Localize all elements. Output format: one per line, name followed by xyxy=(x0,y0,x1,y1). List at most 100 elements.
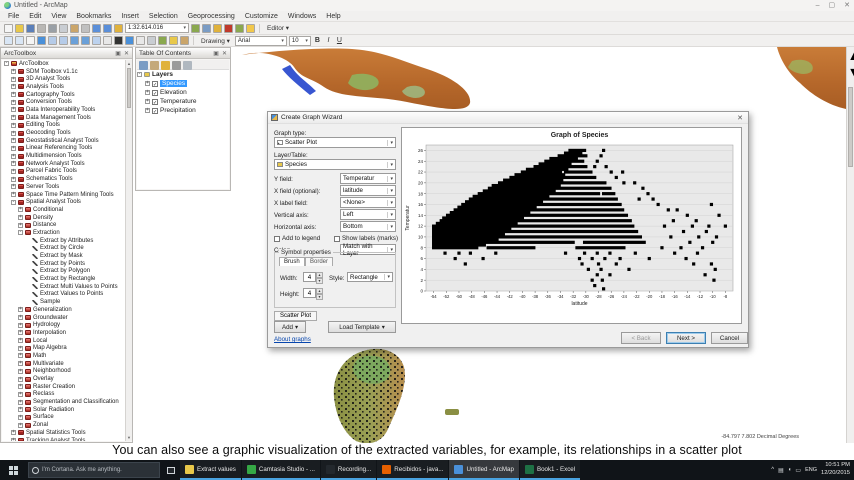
expand-icon[interactable]: + xyxy=(18,322,23,328)
toolbox-item-overlay[interactable]: + Overlay xyxy=(2,375,125,383)
x-field-combo[interactable]: latitude ▾ xyxy=(340,185,396,196)
checkbox-icon[interactable] xyxy=(274,235,280,242)
toc-layer-temperature[interactable]: + ✓ Temperature xyxy=(137,97,229,106)
menu-customize[interactable]: Customize xyxy=(241,12,282,21)
expand-icon[interactable]: + xyxy=(11,69,16,75)
toolbox-item-conversion-tools[interactable]: + Conversion Tools xyxy=(2,98,125,106)
toolbox-item-analysis-tools[interactable]: + Analysis Tools xyxy=(2,83,125,91)
scroll-up-arrow[interactable]: ▲ xyxy=(847,47,854,65)
width-spinner[interactable]: 4 ▲ ▼ xyxy=(303,272,323,284)
expand-icon[interactable]: + xyxy=(11,153,16,159)
toolbox-item-multidimension-tools[interactable]: + Multidimension Tools xyxy=(2,152,125,160)
toolbox-item-density[interactable]: + Density xyxy=(2,214,125,222)
expand-icon[interactable]: + xyxy=(11,168,16,174)
toc-layers-root[interactable]: - Layers xyxy=(137,70,229,79)
spin-down-icon[interactable]: ▼ xyxy=(316,294,323,300)
expand-icon[interactable]: + xyxy=(18,345,23,351)
select-features-icon[interactable] xyxy=(92,36,101,45)
vertical-axis-combo[interactable]: Left ▾ xyxy=(340,209,396,220)
expand-icon[interactable]: + xyxy=(18,368,23,374)
toolbox-item-spatial-analyst-tools[interactable]: - Spatial Analyst Tools xyxy=(2,198,125,206)
toolbox-item-data-management-tools[interactable]: + Data Management Tools xyxy=(2,114,125,122)
scrollbar-thumb[interactable] xyxy=(848,87,853,167)
border-tab[interactable]: Border xyxy=(305,257,334,266)
toolbox-item-solar-radiation[interactable]: + Solar Radiation xyxy=(2,406,125,414)
identify-icon[interactable] xyxy=(125,36,134,45)
volume-icon[interactable]: ◖ xyxy=(788,467,792,473)
toolbox-item-extract-by-circle[interactable]: Extract by Circle xyxy=(2,245,125,253)
expand-icon[interactable]: + xyxy=(11,84,16,90)
expand-icon[interactable]: + xyxy=(11,192,16,198)
toolbox-item-zonal[interactable]: + Zonal xyxy=(2,421,125,429)
list-by-drawing-order-icon[interactable] xyxy=(139,61,148,70)
map-scale-combo[interactable]: 1:32.614.016 ▾ xyxy=(125,23,189,33)
pin-icon[interactable]: ▣ xyxy=(115,50,121,57)
toolbox-item-spatial-statistics-tools[interactable]: + Spatial Statistics Tools xyxy=(2,429,125,437)
spin-down-icon[interactable]: ▼ xyxy=(316,278,323,284)
menu-file[interactable]: File xyxy=(4,12,23,21)
zoom-in-icon[interactable] xyxy=(4,36,13,45)
close-button[interactable]: ✕ xyxy=(844,0,850,11)
scatter-plot-tab[interactable]: Scatter Plot xyxy=(274,311,318,321)
taskbar-item-excel[interactable]: Book1 - Excel xyxy=(519,460,581,480)
next-button[interactable]: Next > xyxy=(666,332,706,344)
height-spinner[interactable]: 4 ▲ ▼ xyxy=(303,288,323,300)
back-button[interactable]: < Back xyxy=(621,332,661,344)
expand-icon[interactable]: + xyxy=(18,407,23,413)
expand-icon[interactable]: + xyxy=(18,399,23,405)
arctoolbox-scrollbar[interactable]: ▲ ▼ xyxy=(125,60,132,441)
expand-icon[interactable]: + xyxy=(145,90,150,95)
menu-insert[interactable]: Insert xyxy=(117,12,143,21)
expand-icon[interactable]: + xyxy=(145,108,150,113)
hyperlink-icon[interactable] xyxy=(169,36,178,45)
zoom-out-icon[interactable] xyxy=(15,36,24,45)
toolbox-item-surface[interactable]: + Surface xyxy=(2,414,125,422)
style-combo[interactable]: Rectangle ▾ xyxy=(347,272,393,282)
expand-icon[interactable]: + xyxy=(18,391,23,397)
task-view-button[interactable] xyxy=(162,460,180,480)
load-template-button[interactable]: Load Template ▾ xyxy=(328,321,396,333)
find-icon[interactable] xyxy=(136,36,145,45)
toolbox-item-distance[interactable]: + Distance xyxy=(2,221,125,229)
toolbox-item-map-algebra[interactable]: + Map Algebra xyxy=(2,344,125,352)
expand-icon[interactable]: + xyxy=(11,99,16,105)
open-folder-icon[interactable] xyxy=(15,23,24,33)
copy-icon[interactable] xyxy=(59,23,68,33)
expand-icon[interactable]: + xyxy=(145,81,150,86)
toolbox-item-3d-analyst-tools[interactable]: +3D Analyst Tools xyxy=(2,75,125,83)
toolbox-icon[interactable] xyxy=(224,23,233,33)
full-extent-icon[interactable] xyxy=(37,36,46,45)
taskbar-item-arcmap[interactable]: Untitled - ArcMap xyxy=(449,460,519,480)
expand-icon[interactable]: + xyxy=(11,184,16,190)
close-icon[interactable]: ✕ xyxy=(124,50,129,57)
toolbox-item-raster-creation[interactable]: + Raster Creation xyxy=(2,383,125,391)
fixed-zoom-in-icon[interactable] xyxy=(48,36,57,45)
toolbox-item-parcel-fabric-tools[interactable]: + Parcel Fabric Tools xyxy=(2,168,125,176)
toolbox-item-generalization[interactable]: + Generalization xyxy=(2,306,125,314)
toolbox-item-data-interoperability-tools[interactable]: + Data Interoperability Tools xyxy=(2,106,125,114)
add-to-legend-checkbox[interactable]: Add to legend xyxy=(274,235,320,242)
new-document-icon[interactable] xyxy=(4,23,13,33)
x-label-field-combo[interactable]: <None> ▾ xyxy=(340,197,396,208)
expand-icon[interactable]: + xyxy=(11,138,16,144)
toolbox-item-linear-referencing-tools[interactable]: + Linear Referencing Tools xyxy=(2,145,125,153)
menu-windows[interactable]: Windows xyxy=(284,12,320,21)
expand-icon[interactable]: + xyxy=(18,207,23,213)
hidden-icons-chevron[interactable]: ^ xyxy=(771,467,774,473)
toolbox-item-geocoding-tools[interactable]: + Geocoding Tools xyxy=(2,129,125,137)
toolbox-item-multivariate[interactable]: + Multivariate xyxy=(2,360,125,368)
toolbox-item-cartography-tools[interactable]: + Cartography Tools xyxy=(2,91,125,99)
html-popup-icon[interactable] xyxy=(180,36,189,45)
add-series-button[interactable]: Add ▾ xyxy=(274,321,306,333)
menu-bookmarks[interactable]: Bookmarks xyxy=(72,12,115,21)
about-graphs-link[interactable]: About graphs xyxy=(274,336,311,343)
y-field-combo[interactable]: Temperatur ▾ xyxy=(340,173,396,184)
catalog-icon[interactable] xyxy=(213,23,222,33)
taskbar-item-camtasia[interactable]: Camtasia Studio - ... xyxy=(241,460,320,480)
expand-icon[interactable]: + xyxy=(18,414,23,420)
toolbox-item-segmentation-and-classification[interactable]: + Segmentation and Classification xyxy=(2,398,125,406)
collapse-icon[interactable]: - xyxy=(18,230,23,236)
toolbox-item-extract-values-to-points[interactable]: Extract Values to Points xyxy=(2,291,125,299)
go-icon[interactable] xyxy=(191,23,200,33)
expand-icon[interactable]: + xyxy=(18,307,23,313)
